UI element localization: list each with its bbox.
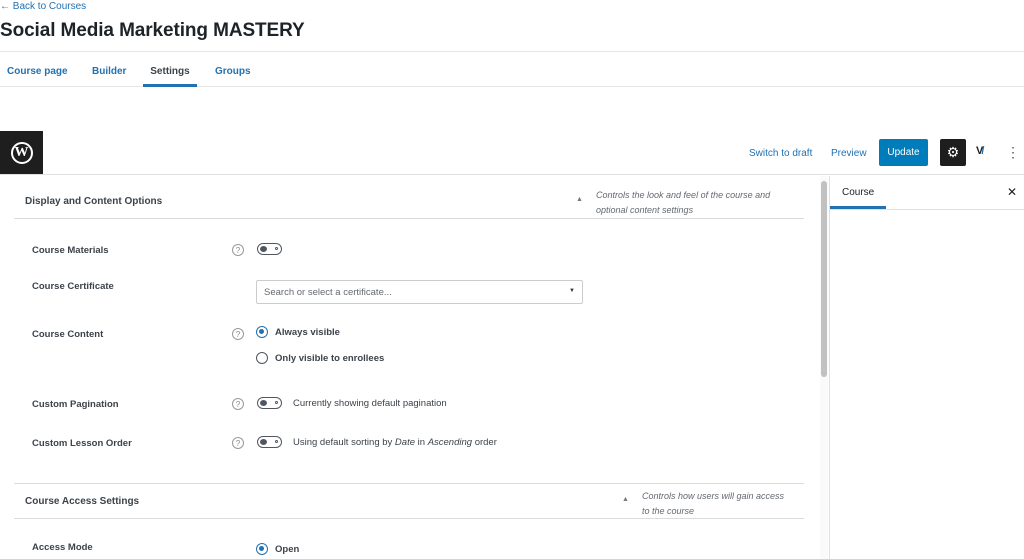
- status-text-part: in: [415, 437, 428, 448]
- section-description: Controls the look and feel of the course…: [596, 188, 770, 218]
- settings-button[interactable]: ⚙: [940, 139, 966, 166]
- custom-lesson-order-toggle[interactable]: [257, 436, 282, 448]
- course-content-label: Course Content: [32, 329, 104, 340]
- access-mode-label: Access Mode: [32, 542, 93, 553]
- preview-button[interactable]: Preview: [831, 148, 867, 159]
- tab-course-page[interactable]: Course page: [7, 52, 68, 87]
- certificate-select-placeholder: Search or select a certificate...: [264, 287, 392, 298]
- settings-sidebar: Course ✕: [829, 176, 1024, 559]
- section-title: Display and Content Options: [25, 196, 163, 207]
- scrollbar-thumb[interactable]: [821, 181, 827, 377]
- wordpress-icon: W: [10, 141, 33, 164]
- radio-label: Always visible: [275, 327, 340, 338]
- pagination-status-text: Currently showing default pagination: [293, 398, 447, 409]
- custom-pagination-toggle[interactable]: [257, 397, 282, 409]
- back-to-courses-link[interactable]: ← Back to Courses: [0, 1, 86, 12]
- section-description: Controls how users will gain access to t…: [642, 489, 784, 519]
- custom-lesson-order-label: Custom Lesson Order: [32, 438, 132, 449]
- sort-field: Date: [394, 437, 415, 448]
- collapse-caret-icon[interactable]: ▲: [576, 196, 583, 203]
- divider: [830, 209, 1024, 210]
- main-scrollbar[interactable]: [820, 176, 828, 559]
- vw-slash-glyph: /: [981, 145, 984, 157]
- switch-to-draft-button[interactable]: Switch to draft: [749, 148, 812, 159]
- tab-settings[interactable]: Settings: [143, 52, 197, 87]
- vw-plugin-icon[interactable]: V/: [976, 145, 985, 157]
- update-button[interactable]: Update: [879, 139, 928, 166]
- gear-icon: ⚙: [946, 144, 960, 160]
- collapse-caret-icon[interactable]: ▲: [622, 496, 629, 503]
- course-tabs: Course page Builder Settings Groups: [0, 52, 1024, 87]
- radio-always-visible[interactable]: [256, 326, 268, 338]
- toggle-off-indicator: [275, 247, 278, 250]
- toggle-knob: [260, 438, 267, 445]
- custom-pagination-label: Custom Pagination: [32, 399, 119, 410]
- settings-panel: Display and Content Options ▲ Controls t…: [0, 176, 818, 559]
- toggle-knob: [260, 399, 267, 406]
- editor-toolbar: W Switch to draft Preview Update ⚙ V/ ⋮: [0, 131, 1024, 175]
- description-line: to the course: [642, 506, 695, 516]
- course-materials-toggle[interactable]: [257, 243, 282, 255]
- course-certificate-label: Course Certificate: [32, 281, 114, 292]
- more-options-icon[interactable]: ⋮: [1006, 145, 1020, 159]
- page-title: Social Media Marketing MASTERY: [0, 20, 305, 41]
- toggle-off-indicator: [275, 401, 278, 404]
- course-materials-label: Course Materials: [32, 245, 109, 256]
- wordpress-logo-button[interactable]: W: [0, 131, 43, 174]
- sort-direction: Ascending: [427, 437, 473, 448]
- description-line: Controls how users will gain access: [642, 491, 785, 501]
- tab-groups[interactable]: Groups: [215, 52, 251, 87]
- status-text-part: Using default sorting by: [293, 437, 395, 448]
- toggle-knob: [260, 245, 267, 252]
- close-icon[interactable]: ✕: [1007, 185, 1017, 199]
- sidebar-tab-course[interactable]: Course: [830, 176, 886, 209]
- access-settings-header[interactable]: Course Access Settings ▲ Controls how us…: [14, 483, 804, 519]
- help-icon[interactable]: ?: [232, 244, 244, 256]
- radio-only-enrollees[interactable]: [256, 352, 268, 364]
- toggle-off-indicator: [275, 440, 278, 443]
- status-text-part: order: [472, 437, 497, 448]
- help-icon[interactable]: ?: [232, 398, 244, 410]
- radio-access-open[interactable]: [256, 543, 268, 555]
- lesson-order-status-text: Using default sorting by Date in Ascendi…: [293, 437, 497, 448]
- radio-label: Only visible to enrollees: [275, 353, 385, 364]
- display-options-header[interactable]: Display and Content Options ▲ Controls t…: [14, 176, 804, 219]
- tab-builder[interactable]: Builder: [92, 52, 126, 87]
- description-line: optional content settings: [596, 205, 694, 215]
- help-icon[interactable]: ?: [232, 328, 244, 340]
- radio-label: Open: [275, 544, 300, 555]
- description-line: Controls the look and feel of the course…: [596, 190, 771, 200]
- chevron-down-icon: ▼: [569, 288, 575, 294]
- help-icon[interactable]: ?: [232, 437, 244, 449]
- certificate-select[interactable]: Search or select a certificate... ▼: [256, 280, 583, 304]
- section-title: Course Access Settings: [25, 496, 140, 507]
